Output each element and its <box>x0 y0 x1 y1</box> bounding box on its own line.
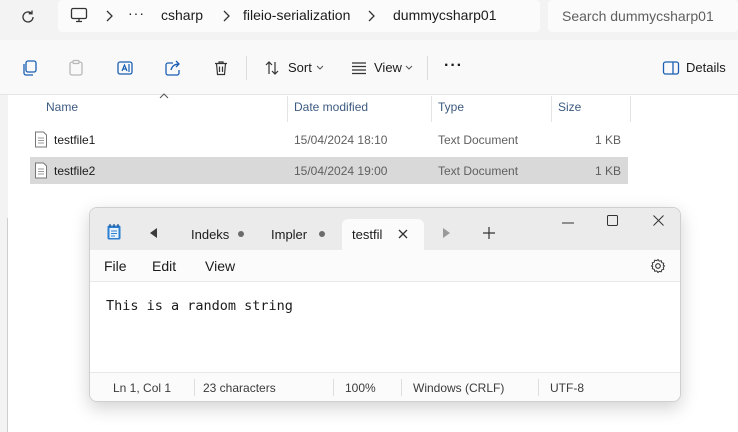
menu-view[interactable]: View <box>205 258 235 274</box>
tab-label: testfil <box>352 227 383 242</box>
file-type: Text Document <box>438 164 519 178</box>
new-tab-icon[interactable] <box>483 227 495 239</box>
notepad-icon <box>106 223 122 241</box>
rename-icon[interactable] <box>115 58 135 78</box>
breadcrumb-overflow[interactable]: ··· <box>128 5 145 21</box>
status-char-count: 23 characters <box>203 381 276 395</box>
computer-icon[interactable] <box>70 7 88 23</box>
details-button[interactable]: Details <box>686 60 726 75</box>
divider <box>333 379 334 396</box>
file-name[interactable]: testfile1 <box>54 133 95 147</box>
details-pane-icon[interactable] <box>661 58 681 78</box>
refresh-button[interactable] <box>14 6 42 28</box>
tab-scroll-right-icon[interactable] <box>442 228 450 238</box>
view-button[interactable]: View <box>374 60 402 75</box>
chevron-right-icon[interactable] <box>104 9 114 23</box>
column-header-size[interactable]: Size <box>558 100 581 114</box>
tab-testfil[interactable]: testfil <box>342 219 424 250</box>
tab-impler[interactable]: Impler <box>259 219 337 250</box>
tab-label: Indeks <box>191 227 230 242</box>
minimize-icon[interactable] <box>562 222 574 224</box>
menu-bar: File Edit View <box>90 250 680 282</box>
chevron-right-icon[interactable] <box>221 9 231 23</box>
chevron-down-icon[interactable] <box>405 65 413 71</box>
more-options-button[interactable]: ··· <box>444 57 463 75</box>
tab-scroll-left-icon[interactable] <box>150 228 158 238</box>
status-line-ending[interactable]: Windows (CRLF) <box>413 381 504 395</box>
menu-file[interactable]: File <box>104 258 127 274</box>
tab-indeks[interactable]: Indeks <box>178 219 256 250</box>
column-header-type[interactable]: Type <box>438 100 464 114</box>
divider <box>194 379 195 396</box>
divider <box>427 56 428 80</box>
close-window-icon[interactable] <box>653 215 664 226</box>
refresh-icon <box>20 9 36 25</box>
close-tab-icon[interactable] <box>398 229 408 239</box>
search-input[interactable]: Search dummycsharp01 <box>548 0 738 32</box>
text-file-icon <box>34 131 48 148</box>
sort-ascending-icon <box>159 93 169 99</box>
table-row[interactable]: testfile1 15/04/2024 18:10 Text Document… <box>30 126 628 153</box>
file-size: 1 KB <box>595 164 622 178</box>
file-date: 15/04/2024 18:10 <box>294 133 388 147</box>
paste-icon[interactable] <box>66 58 86 78</box>
notepad-window: Indeks Impler testfil File Edit View Thi… <box>89 207 681 402</box>
command-bar: Sort View ··· Details <box>0 40 738 95</box>
text-editor[interactable]: This is a random string <box>90 282 680 372</box>
notepad-titlebar[interactable]: Indeks Impler testfil <box>90 208 680 250</box>
column-divider[interactable] <box>431 96 432 122</box>
chevron-right-icon[interactable] <box>366 9 376 23</box>
text-file-icon <box>34 162 48 179</box>
column-header-date[interactable]: Date modified <box>294 100 368 114</box>
file-name[interactable]: testfile2 <box>54 164 95 178</box>
breadcrumb-item-csharp[interactable]: csharp <box>161 7 203 23</box>
column-divider[interactable] <box>630 96 631 122</box>
delete-icon[interactable] <box>211 58 231 78</box>
settings-icon[interactable] <box>650 258 666 274</box>
tab-label: Impler <box>271 227 308 242</box>
status-encoding[interactable]: UTF-8 <box>550 381 584 395</box>
address-bar: ··· csharp fileio-serialization dummycsh… <box>0 0 738 40</box>
status-position: Ln 1, Col 1 <box>113 381 172 395</box>
navigation-scrollbar[interactable] <box>7 218 8 432</box>
column-divider[interactable] <box>287 96 288 122</box>
search-placeholder: Search dummycsharp01 <box>562 8 714 24</box>
file-type: Text Document <box>438 133 519 147</box>
status-bar: Ln 1, Col 1 23 characters 100% Windows (… <box>90 372 680 401</box>
chevron-down-icon[interactable] <box>316 65 324 71</box>
sort-icon[interactable] <box>262 58 282 78</box>
editor-content[interactable]: This is a random string <box>106 298 293 314</box>
view-icon[interactable] <box>349 58 369 78</box>
divider <box>246 56 247 80</box>
column-header-name[interactable]: Name <box>46 100 78 114</box>
breadcrumb-item-dummycsharp01[interactable]: dummycsharp01 <box>393 7 497 23</box>
table-row[interactable]: testfile2 15/04/2024 19:00 Text Document… <box>30 157 628 184</box>
status-zoom[interactable]: 100% <box>345 381 376 395</box>
share-icon[interactable] <box>163 58 183 78</box>
breadcrumb[interactable]: ··· csharp fileio-serialization dummycsh… <box>58 0 540 32</box>
file-date: 15/04/2024 19:00 <box>294 164 388 178</box>
breadcrumb-item-fileio-serialization[interactable]: fileio-serialization <box>243 7 350 23</box>
unsaved-dot-icon <box>238 231 244 237</box>
file-size: 1 KB <box>595 133 622 147</box>
column-divider[interactable] <box>551 96 552 122</box>
menu-edit[interactable]: Edit <box>152 258 176 274</box>
unsaved-dot-icon <box>319 231 325 237</box>
copy-icon[interactable] <box>19 58 39 78</box>
sort-button[interactable]: Sort <box>288 60 312 75</box>
maximize-icon[interactable] <box>607 215 618 226</box>
divider <box>538 379 539 396</box>
divider <box>401 379 402 396</box>
